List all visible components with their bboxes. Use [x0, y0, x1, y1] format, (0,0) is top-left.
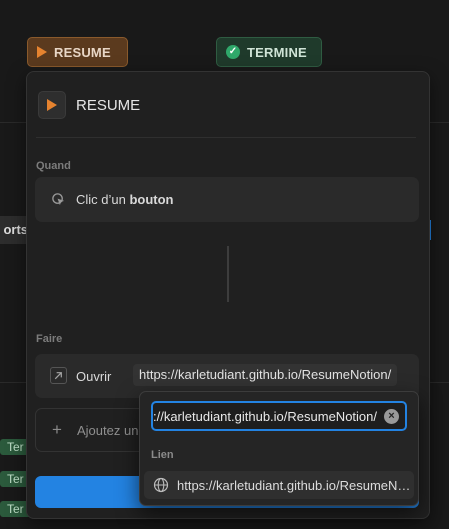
clear-input-icon[interactable]: × [384, 409, 399, 424]
do-section-label: Faire [36, 333, 63, 345]
cursor-click-icon [52, 193, 65, 206]
when-section-label: Quand [36, 160, 71, 172]
link-dropdown: × Lien https://karletudiant.github.io/Re… [139, 391, 419, 506]
arrow-up-right-icon [50, 367, 67, 384]
termine-chip-label: TERMINE [247, 44, 307, 60]
link-input[interactable] [153, 403, 377, 429]
flow-connector [227, 246, 229, 302]
icon-picker[interactable] [38, 91, 66, 119]
play-icon [47, 99, 57, 111]
resume-chip-label: RESUME [54, 44, 111, 60]
play-icon [37, 46, 47, 58]
link-suggestion-item[interactable]: https://karletudiant.github.io/ResumeNot… [144, 471, 414, 499]
trigger-text-bold: bouton [129, 192, 174, 207]
panel-header: RESUME [38, 91, 140, 119]
trigger-text: Clic d’un [76, 192, 130, 207]
background-divider [0, 382, 27, 383]
check-icon: ✓ [226, 45, 240, 59]
dropdown-section-label: Lien [151, 449, 174, 461]
trigger-card[interactable]: Clic d’un bouton [35, 177, 419, 222]
action-label: Ouvrir [76, 369, 112, 384]
globe-icon [153, 477, 169, 493]
resume-status-chip[interactable]: RESUME [27, 37, 128, 67]
background-divider [428, 122, 449, 123]
link-input-wrapper: × [151, 401, 407, 431]
background-divider [428, 382, 449, 383]
header-divider [36, 137, 416, 138]
plus-icon: + [52, 420, 62, 439]
button-name[interactable]: RESUME [76, 97, 140, 114]
link-suggestion-text: https://karletudiant.github.io/ResumeNot… [177, 477, 412, 493]
url-chip[interactable]: https://karletudiant.github.io/ResumeNot… [133, 364, 398, 386]
background-divider [0, 122, 27, 123]
termine-status-chip[interactable]: ✓ TERMINE [216, 37, 322, 67]
